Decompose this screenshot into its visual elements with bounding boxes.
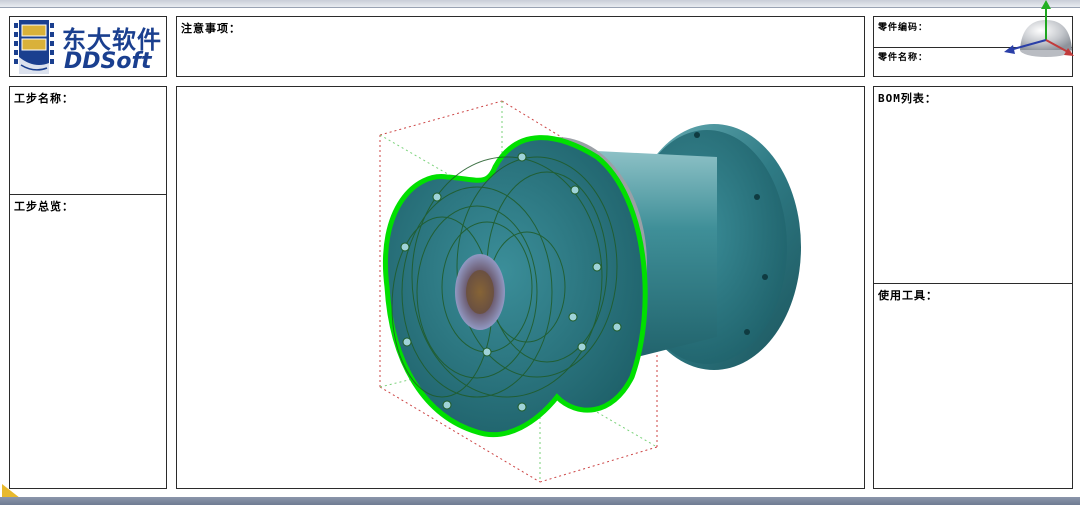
bom-divider	[874, 283, 1072, 284]
step-panel: 工步名称： 工步总览：	[9, 86, 167, 489]
notes-label: 注意事项：	[181, 22, 241, 35]
part-name-label: 零件名称：	[878, 53, 929, 63]
logo-english-text: DDSoft	[64, 49, 152, 74]
logo-panel: 东大软件 DDSoft	[9, 16, 167, 77]
notes-panel: 注意事项：	[176, 16, 865, 77]
step-name-label: 工步名称：	[14, 92, 74, 105]
tools-label: 使用工具：	[878, 289, 938, 302]
bom-panel: BOM列表： 使用工具：	[873, 86, 1073, 489]
part-code-label: 零件编码：	[878, 23, 929, 33]
window-top-bar	[0, 0, 1080, 8]
film-logo-icon	[13, 20, 55, 74]
bom-label: BOM列表：	[878, 92, 937, 105]
view-triad-icon[interactable]	[1002, 0, 1078, 62]
step-divider	[10, 194, 166, 195]
3d-model-render[interactable]	[177, 87, 865, 489]
step-overview-label: 工步总览：	[14, 200, 74, 213]
window-bottom-bar	[0, 497, 1080, 505]
3d-viewport[interactable]	[176, 86, 865, 489]
